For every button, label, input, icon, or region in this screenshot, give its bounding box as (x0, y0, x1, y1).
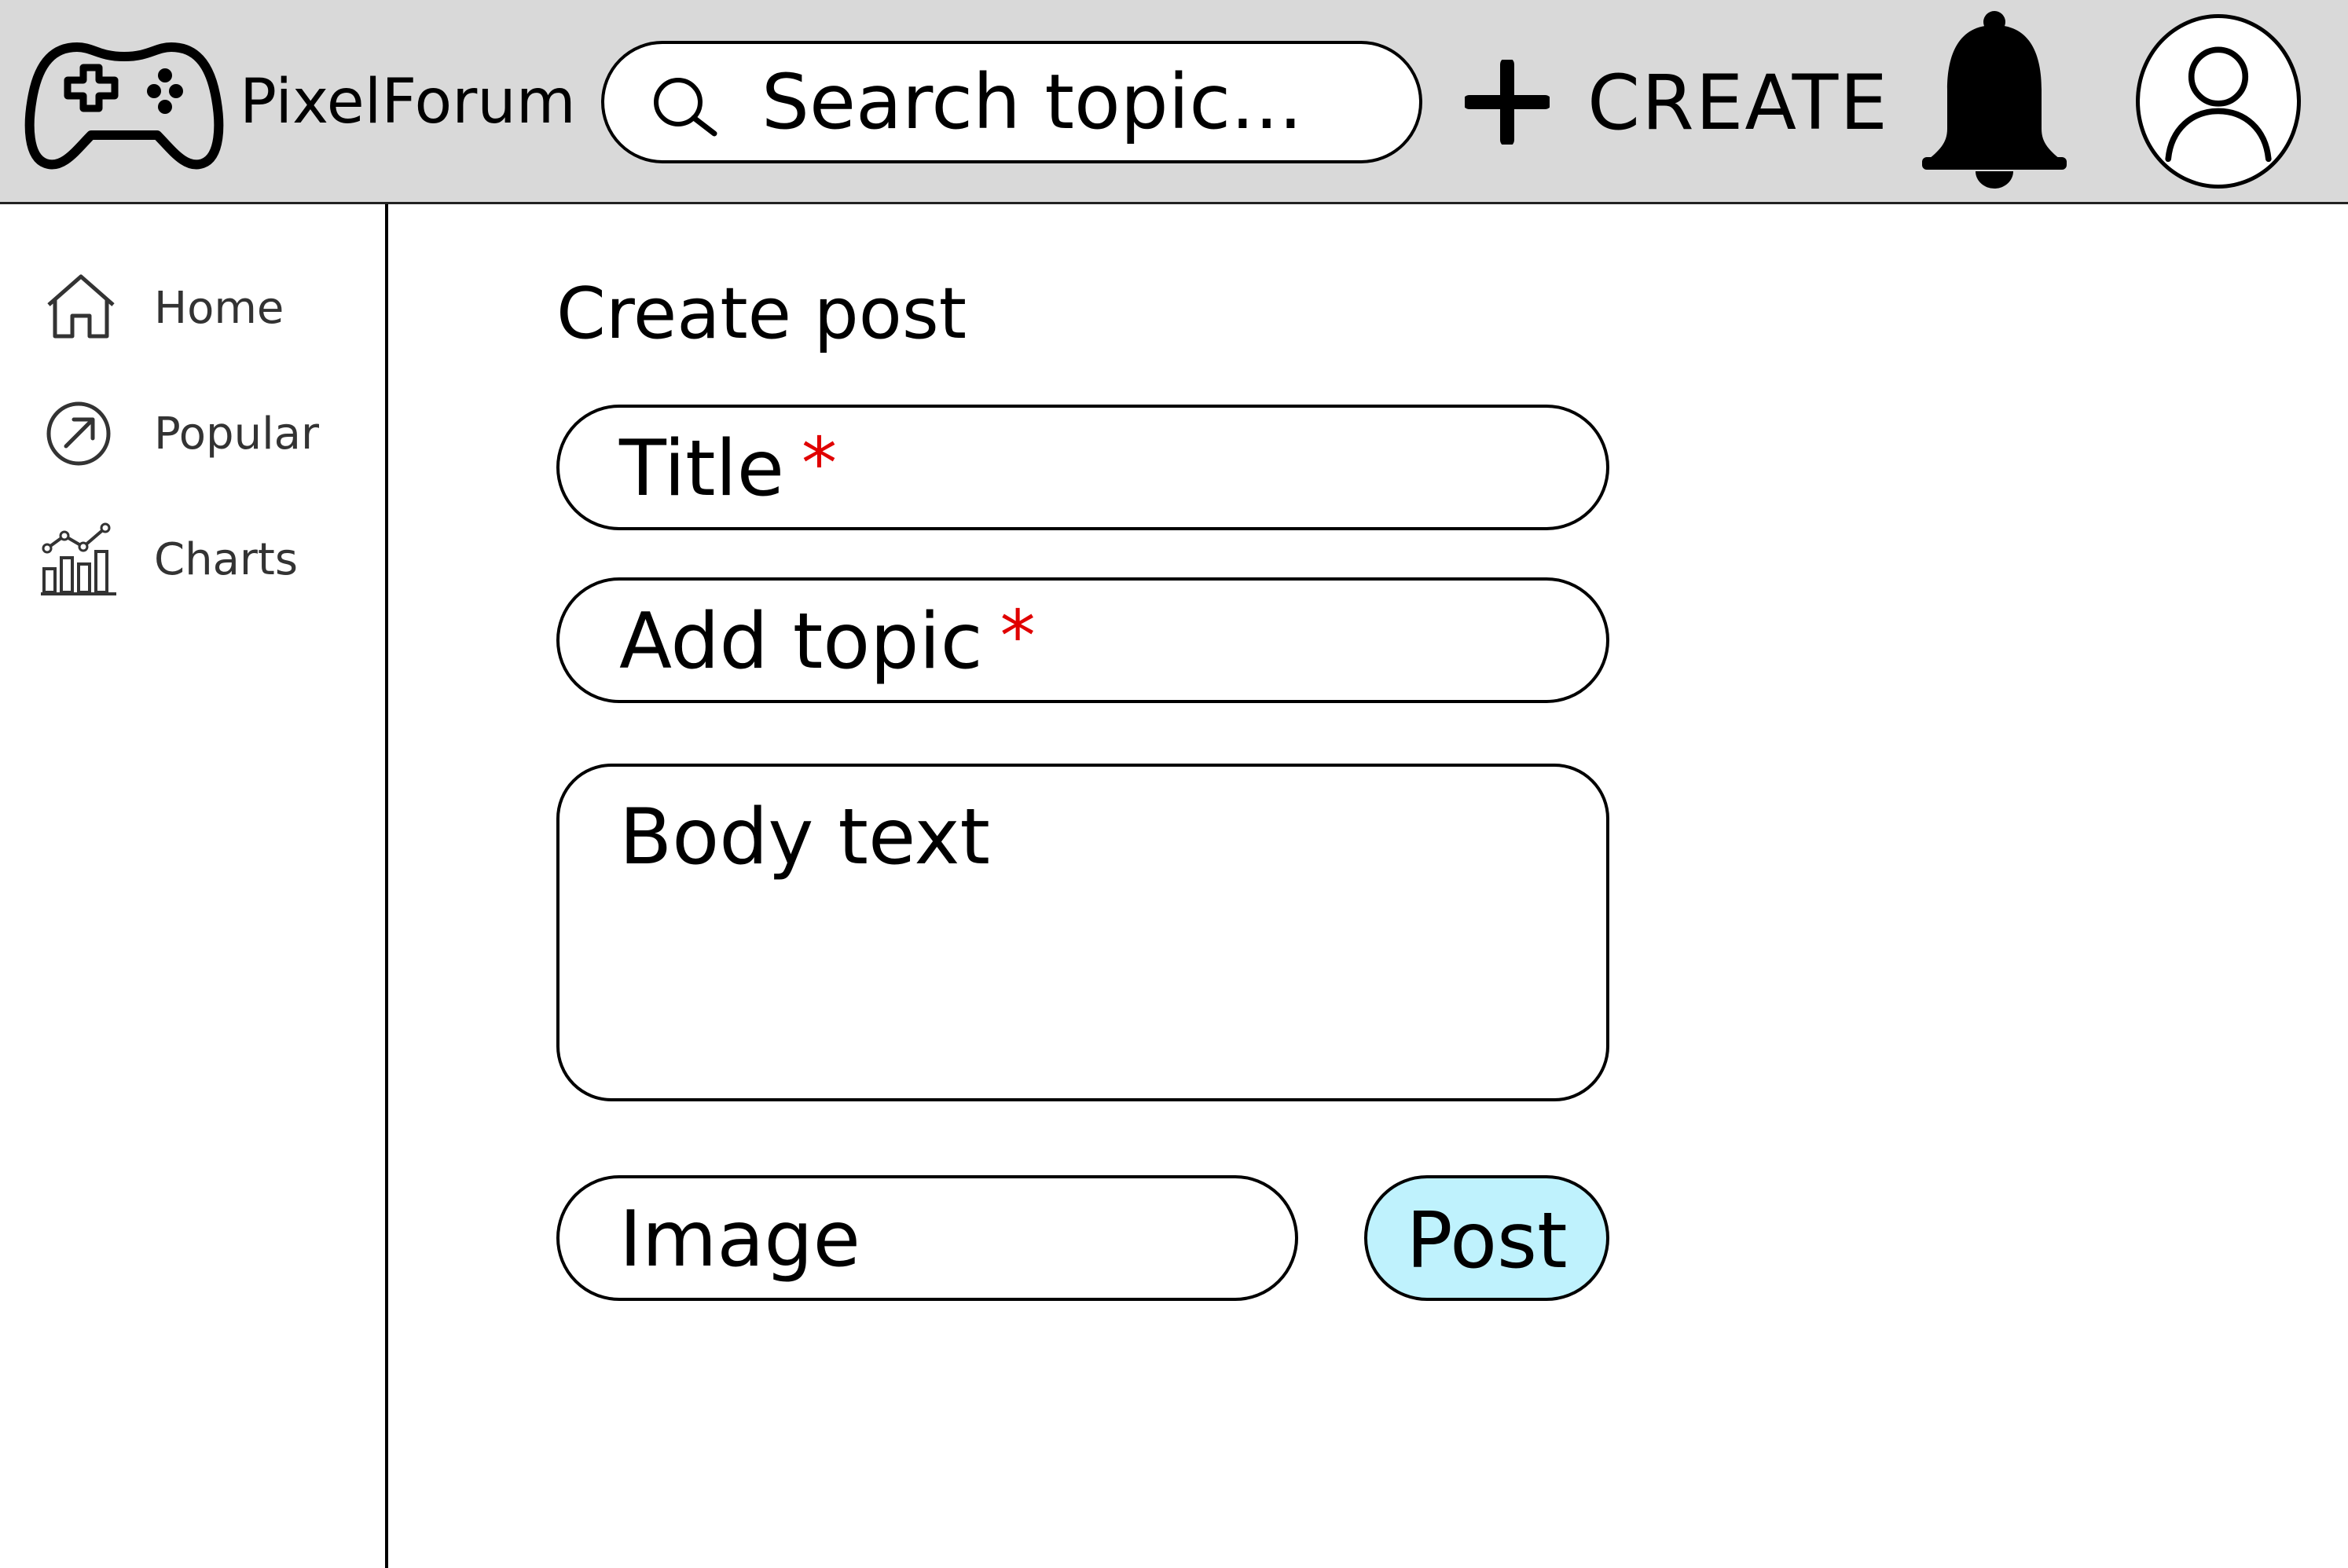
app-title: PixelForum (240, 67, 576, 137)
sidebar-item-label: Home (154, 283, 284, 334)
topic-placeholder: Add topic * (619, 595, 1036, 687)
body-text-field[interactable]: Body text (556, 764, 1609, 1101)
image-placeholder: Image (619, 1195, 860, 1284)
required-marker: * (1000, 595, 1036, 678)
create-label: CREATE (1587, 59, 1889, 147)
trending-arrow-icon (46, 401, 111, 466)
sidebar-item-charts[interactable]: Charts (38, 512, 368, 599)
sidebar-item-popular[interactable]: Popular (38, 387, 368, 473)
search-box[interactable] (601, 41, 1422, 163)
avatar[interactable] (2136, 14, 2301, 189)
page-title: Create post (556, 273, 967, 355)
home-icon (47, 274, 115, 339)
plus-icon (1465, 60, 1550, 145)
create-button[interactable]: CREATE (1462, 47, 1888, 157)
user-icon (2165, 46, 2272, 163)
sidebar: Home Popular Charts (0, 204, 388, 1568)
top-bar: PixelForum CREATE (0, 0, 2348, 204)
game-controller-icon[interactable] (22, 31, 226, 173)
search-input[interactable] (761, 58, 1374, 146)
post-button[interactable]: Post (1364, 1175, 1609, 1301)
sidebar-item-home[interactable]: Home (38, 261, 368, 347)
bar-line-chart-icon (41, 522, 116, 595)
bell-icon[interactable] (1917, 11, 2071, 189)
post-button-label: Post (1406, 1196, 1568, 1286)
topic-field[interactable]: Add topic * (556, 577, 1609, 703)
title-field[interactable]: Title * (556, 405, 1609, 530)
sidebar-item-label: Charts (154, 534, 299, 585)
title-placeholder: Title * (619, 423, 838, 514)
body-placeholder: Body text (619, 793, 990, 882)
required-marker: * (802, 423, 838, 505)
image-field[interactable]: Image (556, 1175, 1298, 1301)
sidebar-item-label: Popular (154, 408, 319, 460)
search-icon (654, 78, 717, 137)
